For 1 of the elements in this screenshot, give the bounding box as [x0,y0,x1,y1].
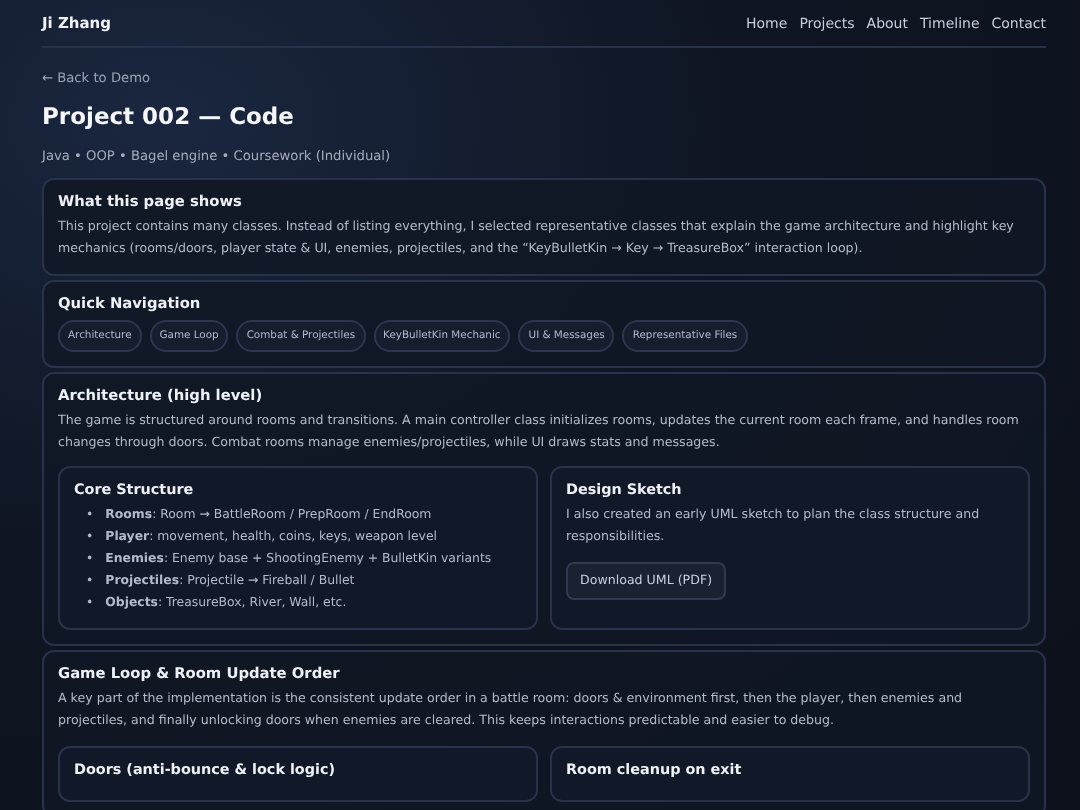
page-title: Project 002 — Code [42,102,296,130]
